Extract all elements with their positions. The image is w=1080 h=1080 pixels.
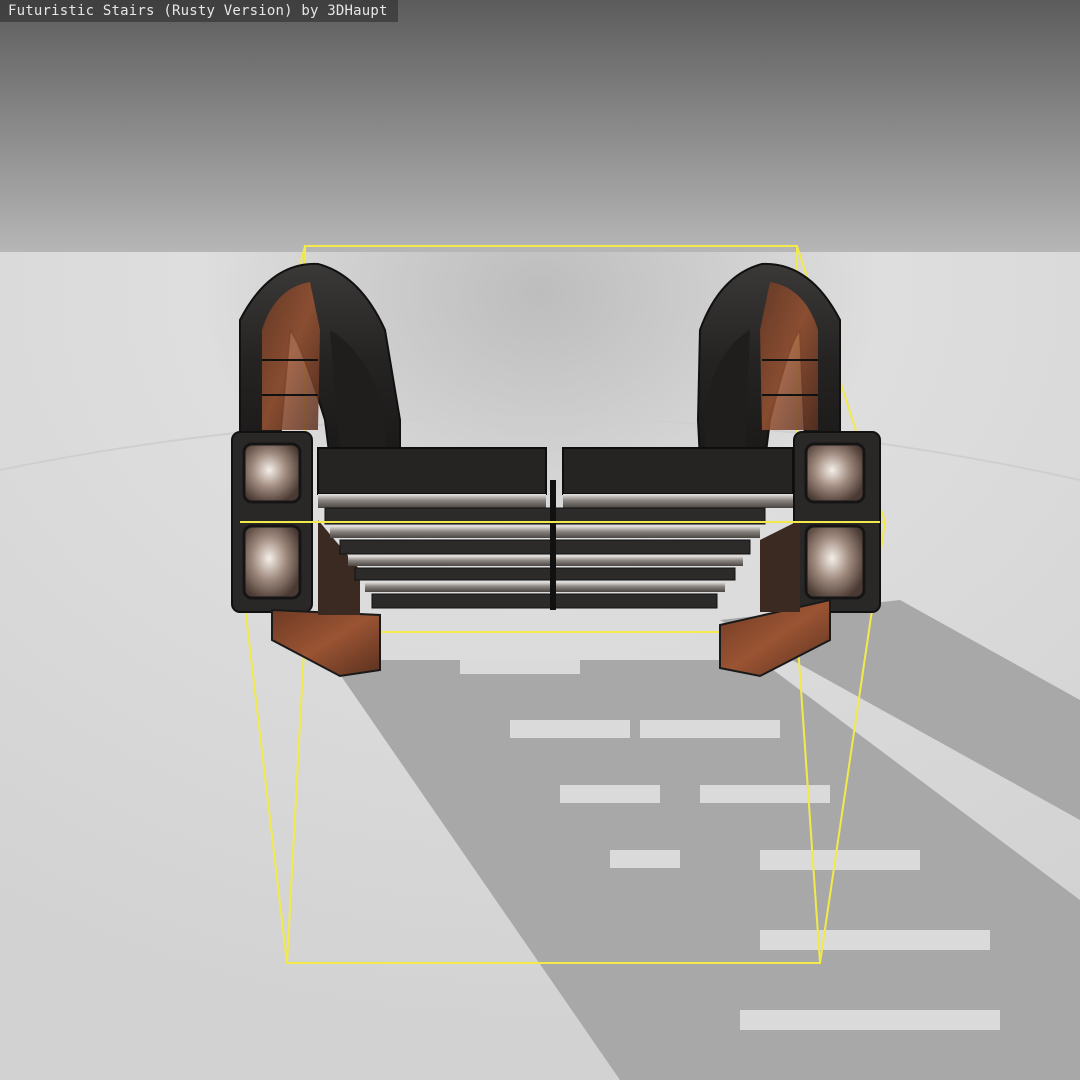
right-arch <box>696 262 841 461</box>
scene-canvas[interactable] <box>0 0 1080 1080</box>
model-title-overlay: Futuristic Stairs (Rusty Version) by 3DH… <box>0 0 398 22</box>
3d-viewport[interactable]: Futuristic Stairs (Rusty Version) by 3DH… <box>0 0 1080 1080</box>
sky-backdrop <box>0 0 1080 260</box>
